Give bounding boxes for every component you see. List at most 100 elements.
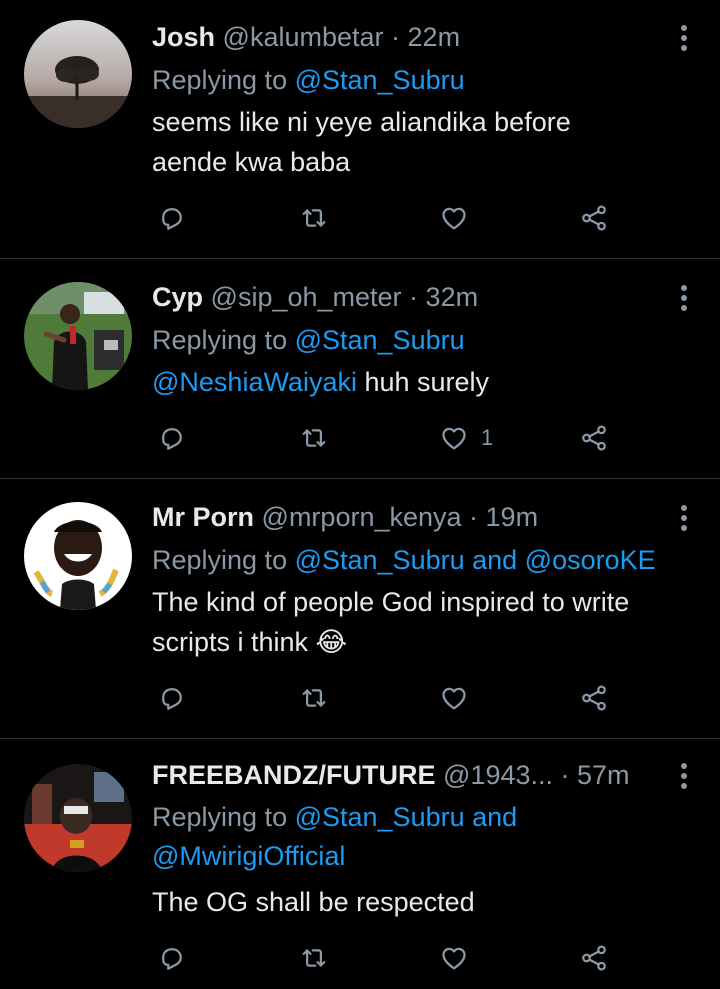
tweet-text-line: The OG shall be respected [152,887,475,917]
avatar-tree-image [24,20,132,128]
reply-icon [157,203,187,233]
mention-link[interactable]: @Stan_Subru [295,802,465,832]
like-button[interactable]: 1 [439,418,493,458]
more-icon[interactable] [674,22,694,52]
share-button[interactable] [579,938,609,978]
reply-button[interactable] [157,938,187,978]
reply-icon [157,683,187,713]
like-icon [439,943,469,973]
share-icon [579,943,609,973]
like-icon [439,203,469,233]
mention-link[interactable]: @Stan_Subru [295,325,465,355]
tweet-text-line: The kind of people God inspired to write [152,587,630,617]
timestamp[interactable]: 32m [426,282,479,312]
replying-prefix: Replying to [152,545,295,575]
replying-line: Replying to @Stan_Subru and [152,798,517,837]
display-name[interactable]: Mr Porn [152,502,254,532]
retweet-icon [299,203,329,233]
display-name[interactable]: Josh [152,22,215,52]
retweet-button[interactable] [299,678,329,718]
handle[interactable]: @1943... [443,760,553,790]
divider [0,478,720,479]
reply-icon [157,423,187,453]
tweet-text-line: scripts i think 😂 [152,627,348,657]
avatar-person-image [24,282,132,390]
tweet-header: Josh @kalumbetar · 22m [152,20,460,54]
separator: · [461,502,486,532]
display-name[interactable]: Cyp [152,282,203,312]
timestamp[interactable]: 22m [408,22,461,52]
replying-conjunction: and [464,802,518,832]
reply-button[interactable] [157,418,187,458]
reply-button[interactable] [157,678,187,718]
avatar[interactable] [24,764,132,872]
tweet-2[interactable]: Cyp @sip_oh_meter · 32m Replying to @Sta… [0,280,720,480]
tweet-text-body: huh surely [356,367,490,397]
avatar[interactable] [24,20,132,128]
retweet-button[interactable] [299,938,329,978]
replying-to: Replying to @Stan_Subru [152,60,465,100]
replying-conjunction: and [464,545,525,575]
timestamp[interactable]: 57m [577,760,630,790]
tweet-text-line: seems like ni yeye aliandika before [152,107,571,137]
separator: · [383,22,408,52]
share-button[interactable] [579,418,609,458]
reply-button[interactable] [157,198,187,238]
more-icon[interactable] [674,760,694,790]
action-bar [152,678,632,718]
handle[interactable]: @kalumbetar [223,22,384,52]
avatar[interactable] [24,282,132,390]
replying-prefix: Replying to [152,325,295,355]
divider [0,738,720,739]
like-button[interactable] [439,938,481,978]
retweet-icon [299,943,329,973]
mention-link[interactable]: @Stan_Subru [295,545,465,575]
reply-icon [157,943,187,973]
action-bar [152,938,632,978]
display-name[interactable]: FREEBANDZ/FUTURE [152,760,436,790]
more-icon[interactable] [674,282,694,312]
share-button[interactable] [579,678,609,718]
tweet-text: The kind of people God inspired to write… [152,582,692,662]
like-button[interactable] [439,198,481,238]
like-count: 1 [481,425,494,450]
like-icon [439,423,469,453]
replying-to: Replying to @Stan_Subru [152,320,465,360]
tweet-text-line: aende kwa baba [152,147,351,177]
share-icon [579,203,609,233]
like-icon [439,683,469,713]
like-button[interactable] [439,678,481,718]
separator: · [553,760,577,790]
tweet-header: FREEBANDZ/FUTURE @1943... · 57m [152,758,630,792]
avatar[interactable] [24,502,132,610]
replying-prefix: Replying to [152,65,295,95]
retweet-button[interactable] [299,418,329,458]
share-icon [579,683,609,713]
mention-link[interactable]: @MwirigiOfficial [152,837,517,876]
handle[interactable]: @sip_oh_meter [211,282,402,312]
avatar-smiling-man-image [24,502,132,610]
share-icon [579,423,609,453]
separator: · [401,282,426,312]
tweet-1[interactable]: Josh @kalumbetar · 22m Replying to @Stan… [0,20,720,260]
tweet-text-line: @NeshiaWaiyaki huh surely [152,362,692,402]
replying-prefix: Replying to [152,802,295,832]
share-button[interactable] [579,198,609,238]
tweet-3[interactable]: Mr Porn @mrporn_kenya · 19m Replying to … [0,500,720,740]
tweet-text: The OG shall be respected [152,882,692,922]
mention-link[interactable]: @osoroKE [525,545,656,575]
divider [0,258,720,259]
avatar-rapper-image [24,764,132,872]
mention-link[interactable]: @Stan_Subru [295,65,465,95]
tweet-text: seems like ni yeye aliandika before aend… [152,102,692,182]
tweet-4[interactable]: FREEBANDZ/FUTURE @1943... · 57m Replying… [0,758,720,989]
retweet-icon [299,683,329,713]
tweet-text: @NeshiaWaiyaki huh surely [152,362,692,402]
more-icon[interactable] [674,502,694,532]
retweet-button[interactable] [299,198,329,238]
mention-link[interactable]: @NeshiaWaiyaki [152,367,357,397]
replying-to: Replying to @Stan_Subru and @MwirigiOffi… [152,798,517,876]
timestamp[interactable]: 19m [486,502,539,532]
handle[interactable]: @mrporn_kenya [262,502,462,532]
tweet-header: Mr Porn @mrporn_kenya · 19m [152,500,538,534]
